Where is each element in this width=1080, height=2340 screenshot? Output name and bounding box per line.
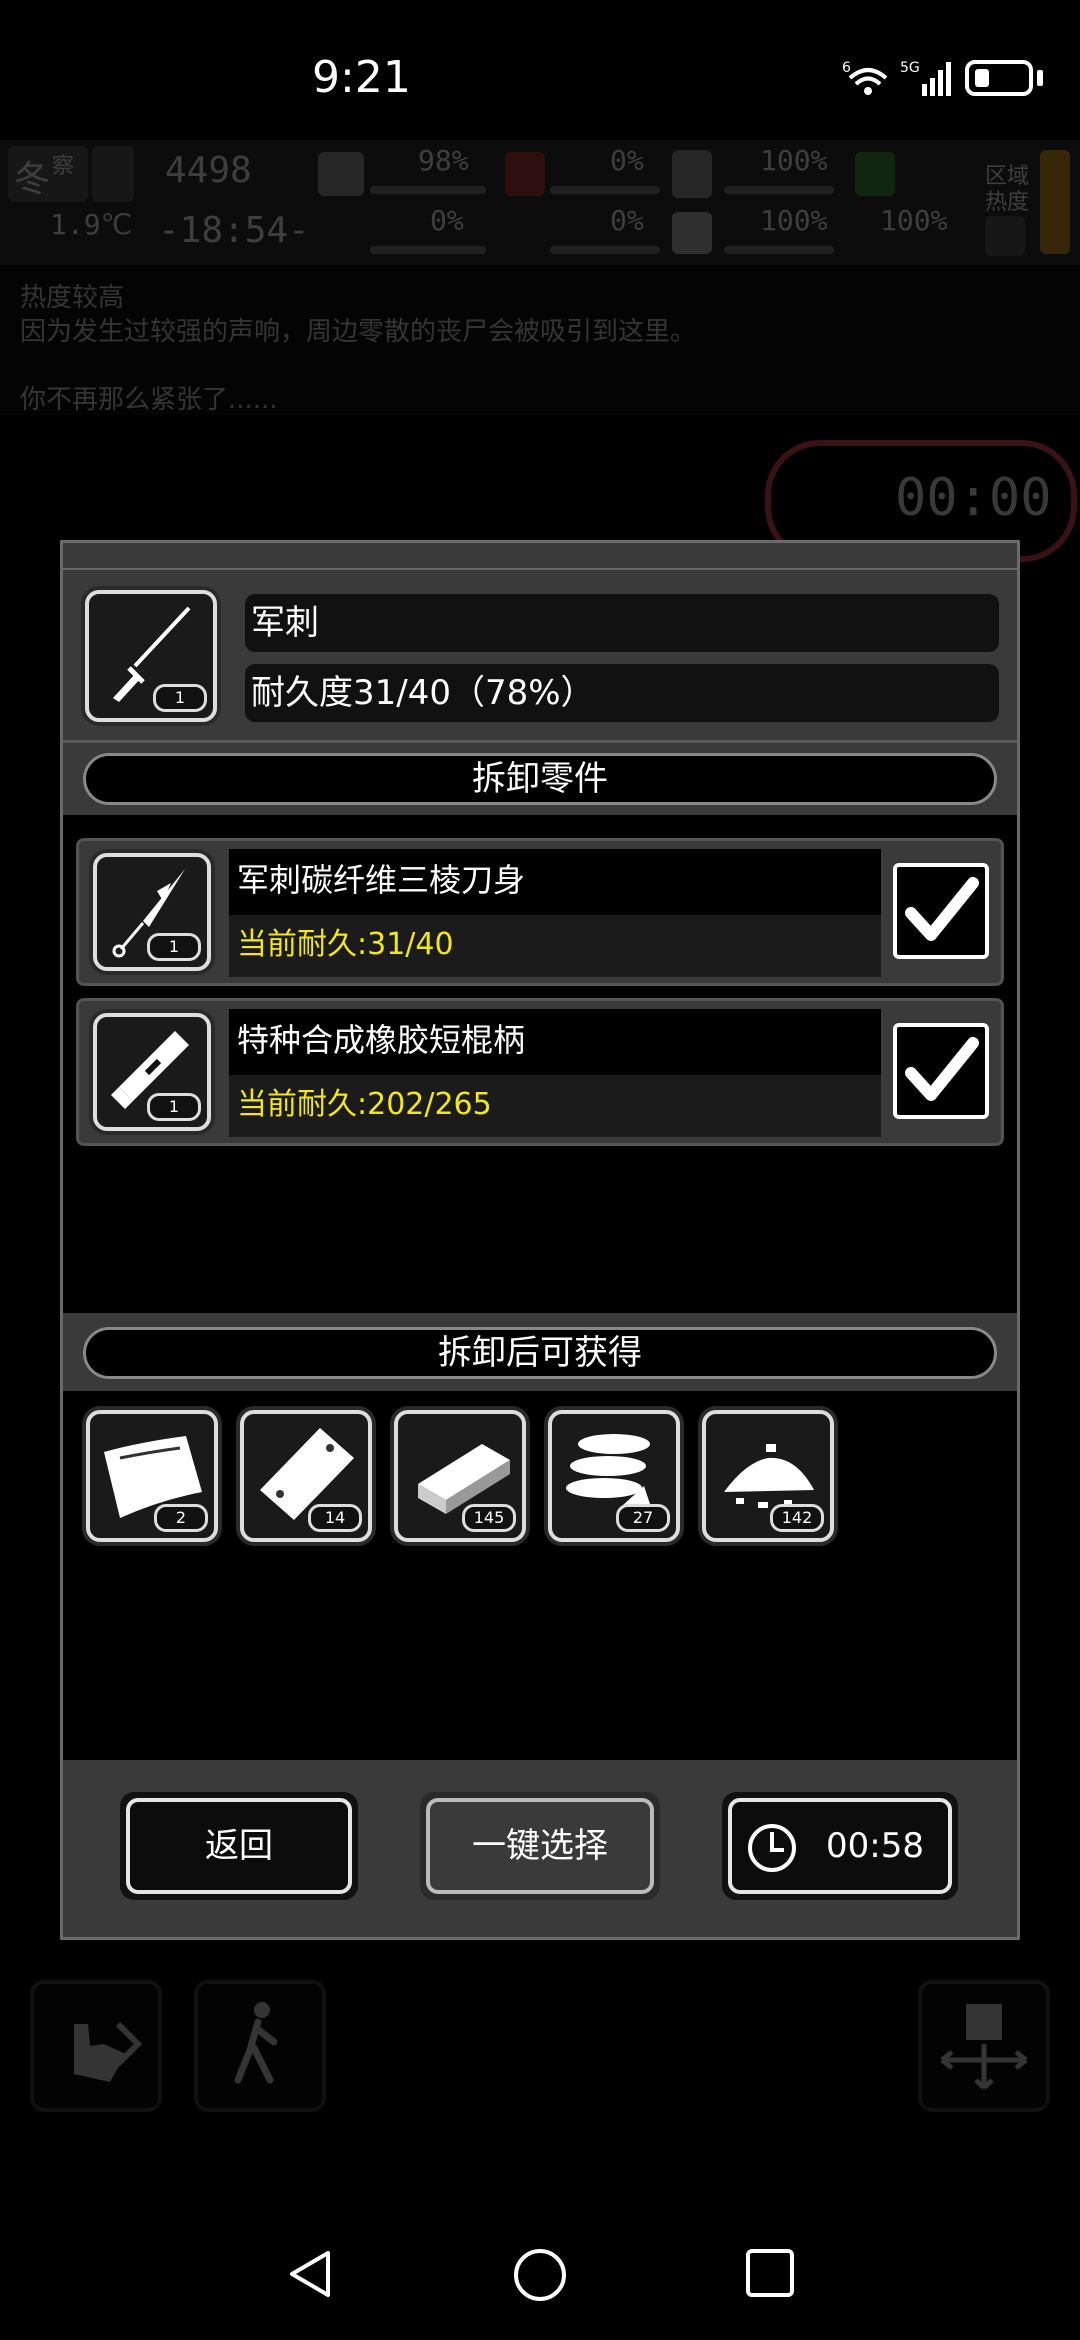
body-icon [855,152,895,196]
part-checkbox[interactable] [893,1023,989,1119]
yield-slot[interactable]: 142 [702,1410,834,1542]
timer-button-frame: 00:58 [728,1798,952,1894]
timer-button-label: 00:58 [826,1826,924,1866]
item-slot[interactable]: 1 [85,590,217,722]
nav-back-icon[interactable] [284,2247,338,2305]
item-name: 军刺 [245,594,999,652]
nav-recents-icon[interactable] [744,2247,796,2303]
log-line: 你不再那么紧张了...... [20,385,278,415]
part-slot[interactable]: 1 [93,1013,211,1131]
item-count: 1 [153,684,207,712]
battery-icon [965,60,1033,96]
mood-stat: 100% [760,144,828,177]
bleed-bar [370,246,486,254]
log-line: 因为发生过较强的声响，周边零散的丧尸会被吸引到这里。 [20,317,697,347]
stomach-icon [505,152,545,196]
yield-count: 142 [770,1504,824,1532]
heat-label: 热度 [985,190,1030,215]
back-button[interactable]: 返回 [120,1792,358,1900]
yield-slot[interactable]: 14 [240,1410,372,1542]
yield-slot[interactable]: 27 [548,1410,680,1542]
part-row[interactable]: 1 军刺碳纤维三棱刀身 当前耐久:31/40 [76,838,1004,986]
signal-icon: 5G [900,58,954,98]
part-count: 1 [147,1093,201,1121]
part-row[interactable]: 1 特种合成橡胶短棍柄 当前耐久:202/265 [76,998,1004,1146]
log-line: 热度较高 [20,283,125,313]
hand-pointer-icon [74,2021,143,2082]
yield-count: 27 [616,1504,670,1532]
mood-bar [724,186,834,194]
svg-text:5G: 5G [900,60,920,76]
hunger-bar [550,186,660,194]
part-info: 特种合成橡胶短棍柄 当前耐久:202/265 [229,1009,881,1137]
game-hud: 冬 察 1.9℃ 4498 -18:54- 98% 0% 0% 0% 100% … [0,140,1080,268]
yield-count: 2 [154,1504,208,1532]
wifi-icon: 6 [842,58,894,104]
temperature-label: 1.9℃ [50,208,133,241]
checkmark-icon [905,877,979,941]
season-box: 冬 察 [8,146,88,202]
zombie-timer-text: 00:00 [895,468,1052,528]
vitality-stat: 100% [760,204,828,237]
game-time: -18:54- [158,210,310,251]
panel-top-strip [63,543,1017,571]
select-all-button[interactable]: 一键选择 [420,1792,660,1900]
select-all-label: 一键选择 [426,1798,654,1894]
part-name: 特种合成橡胶短棍柄 [229,1009,881,1075]
stack-arrows-icon [940,2004,1028,2090]
brain-icon [672,150,712,198]
item-durability: 耐久度31/40（78%） [245,664,999,722]
svg-text:6: 6 [842,60,851,76]
heart-icon [672,212,712,254]
part-slot[interactable]: 1 [93,853,211,971]
inventory-button[interactable] [918,1980,1050,2112]
parts-title: 拆卸零件 [83,753,997,805]
thirst-stat: 0% [610,204,644,237]
checkmark-icon [905,1037,979,1101]
part-checkbox[interactable] [893,863,989,959]
hunger-stat: 0% [610,144,644,177]
battery-tip [1037,70,1043,86]
clock-icon [748,1824,796,1872]
yield-title: 拆卸后可获得 [83,1327,997,1379]
yield-slot[interactable]: 2 [86,1410,218,1542]
part-name: 军刺碳纤维三棱刀身 [229,849,881,915]
part-durability: 当前耐久:202/265 [229,1075,881,1137]
stamina-stat: 100% [880,204,948,237]
vitality-bar [724,246,834,254]
interact-button[interactable] [30,1980,162,2112]
event-log: 热度较高 因为发生过较强的声响，周边零散的丧尸会被吸引到这里。 你不再那么紧张了… [0,265,1080,415]
yield-count: 14 [308,1504,362,1532]
health-bar [370,186,486,194]
item-header: 1 军刺 耐久度31/40（78%） [63,570,1017,743]
part-durability: 当前耐久:31/40 [229,915,881,977]
back-button-label: 返回 [126,1798,352,1894]
walking-person-icon [234,2002,278,2084]
medkit-icon [318,152,364,196]
timer-button[interactable]: 00:58 [722,1792,958,1900]
part-count: 1 [147,933,201,961]
bleed-stat: 0% [430,204,464,237]
parts-section-header: 拆卸零件 [63,743,1017,815]
volume-icon [985,216,1025,256]
nav-home-icon[interactable] [512,2247,568,2307]
yield-section-header: 拆卸后可获得 [63,1313,1017,1391]
day-counter: 4498 [165,150,252,191]
health-stat: 98% [418,144,469,177]
moon-icon [92,146,134,202]
yield-slot[interactable]: 145 [394,1410,526,1542]
walk-button[interactable] [194,1980,326,2112]
status-bar: 9:21 6 5G [0,0,1080,150]
yield-count: 145 [462,1504,516,1532]
status-clock: 9:21 [312,52,411,103]
heat-meter [1040,150,1070,254]
thirst-bar [550,246,660,254]
part-info: 军刺碳纤维三棱刀身 当前耐久:31/40 [229,849,881,977]
